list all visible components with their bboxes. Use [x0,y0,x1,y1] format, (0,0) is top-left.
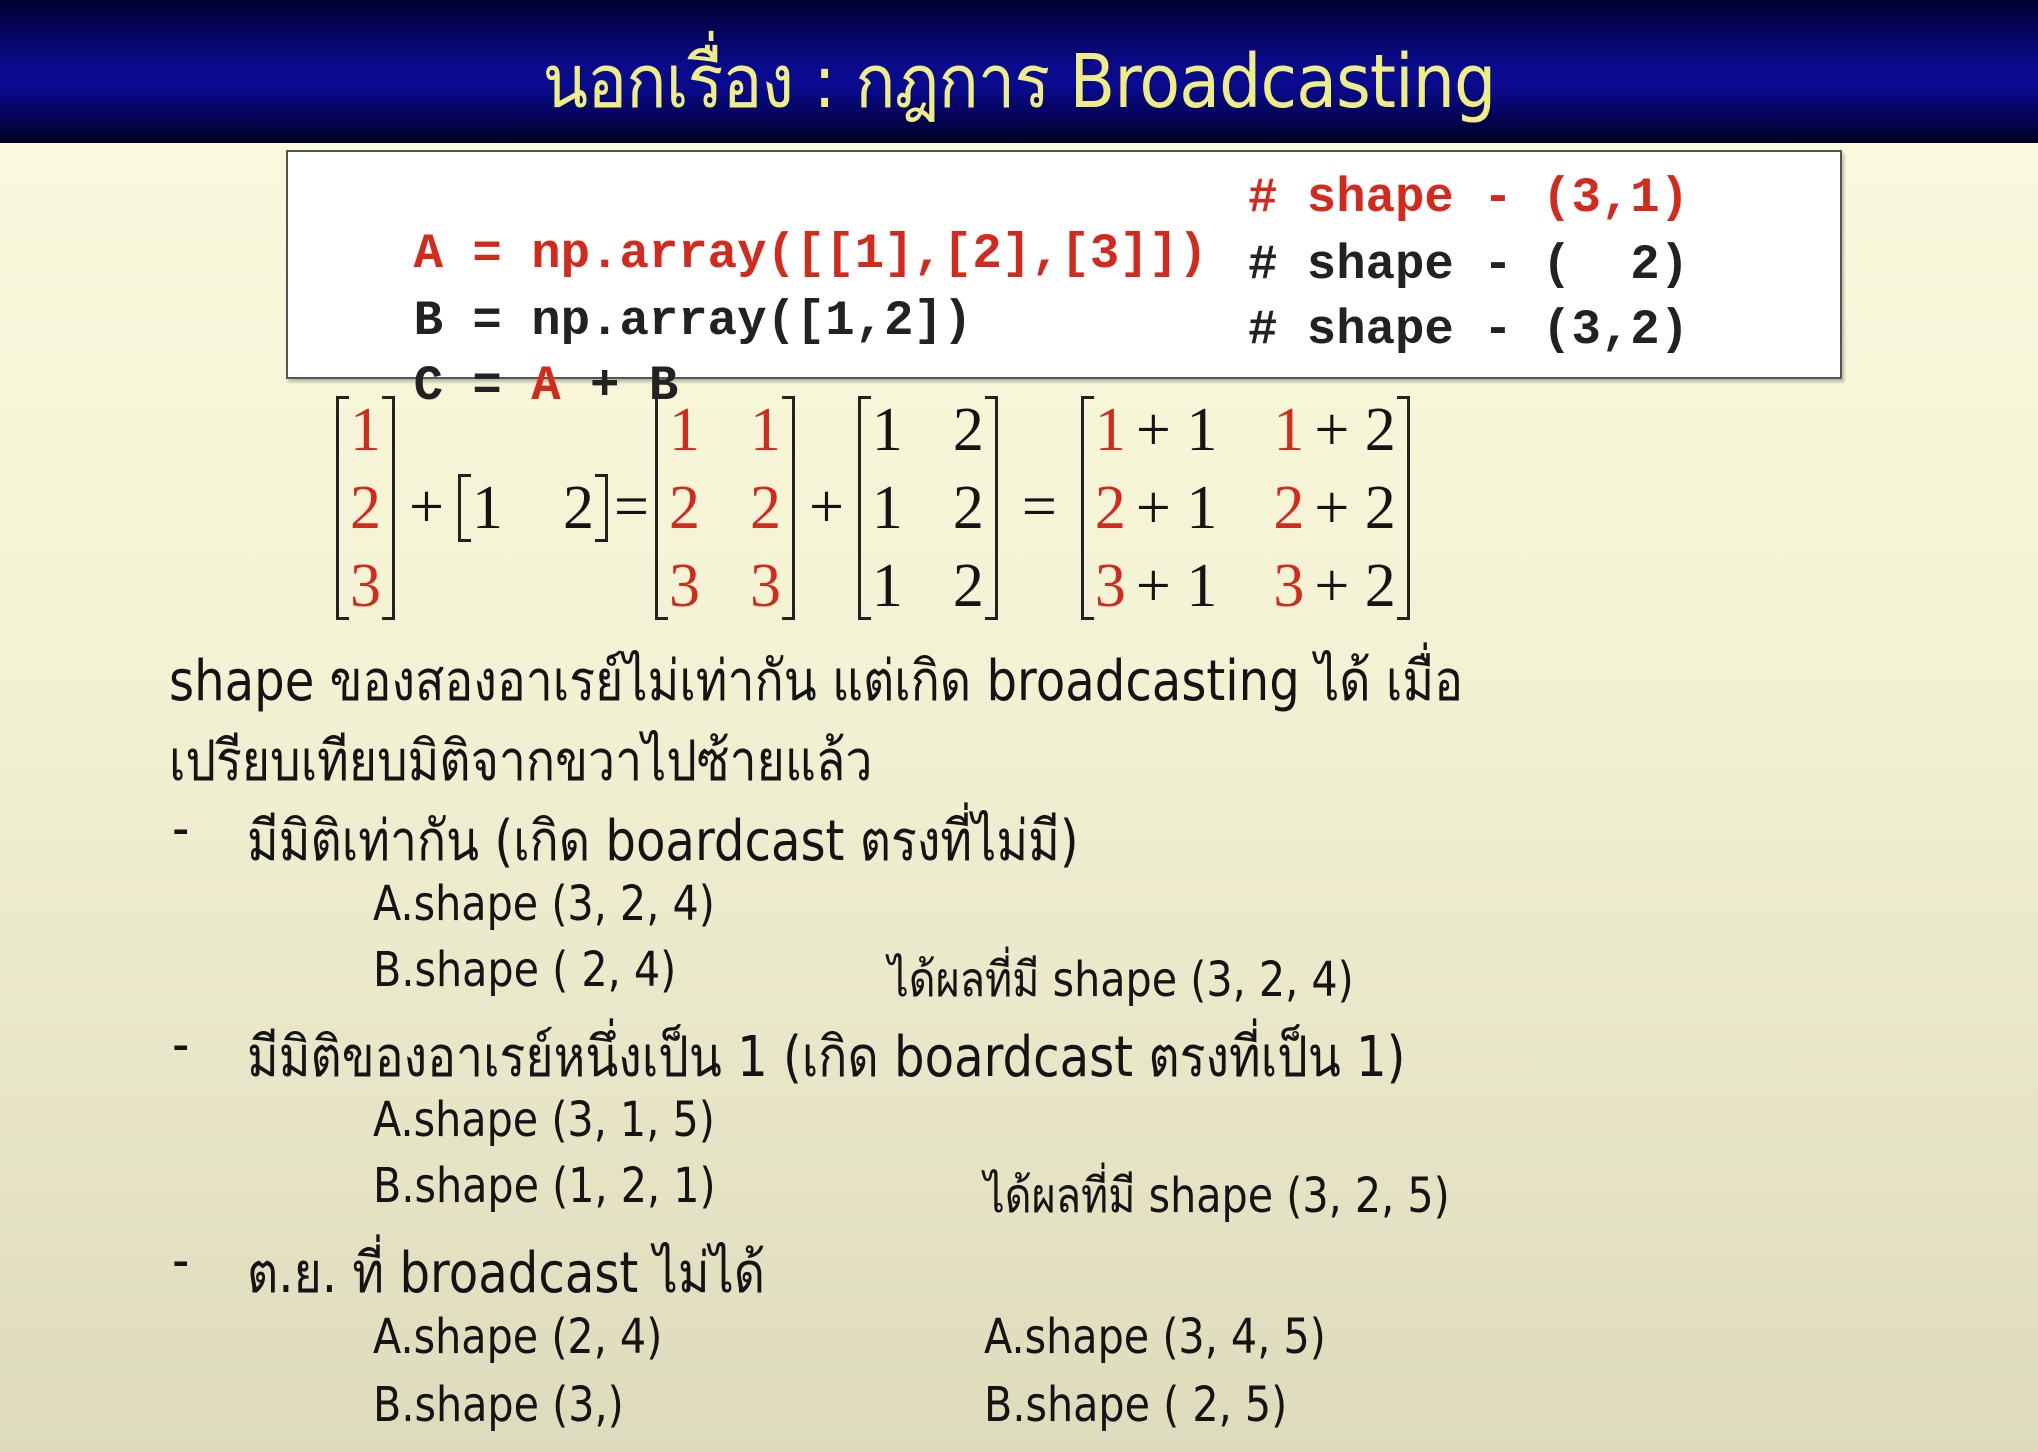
matrix-cell: + 1 [1135,395,1218,464]
matrix-cell: 2 [952,395,984,464]
bullet-3-text: ต.ย. ที่ broadcast ไม่ได้ [247,1241,766,1306]
matrix-cell: 1 [1273,395,1305,464]
bullet-1-text: มีมิติเท่ากัน (เกิด boardcast ตรงที่ไม่ม… [247,809,1079,874]
matrix-cell: 2 [562,473,594,542]
plus-sign: + [808,473,844,541]
matrix-cell: 3 [1273,551,1305,620]
bullet-1-a-shape: A.shape (3, 2, 4) [373,876,715,932]
matrix-cell: 2 [749,473,781,542]
intro-line-1: shape ของสองอาเรย์ไม่เท่ากัน แต่เกิด bro… [169,649,1464,714]
matrix-cell: 3 [1094,551,1126,620]
matrix-cell: 1 [1094,395,1126,464]
bullet-1-b-shape: B.shape ( 2, 4) [373,942,677,998]
row-vector-b: 12 [457,472,608,544]
matrix-b-broadcast: 121212 [857,394,998,622]
equals-sign: = [613,473,649,541]
matrix-cell: 2 [1273,473,1305,542]
matrix-cell: + 1 [1135,551,1218,620]
matrix-cell: 2 [952,551,984,620]
bullet-dash: - [172,1228,190,1293]
code-comment: # shape - (3,1) [1248,170,1690,226]
matrix-a: 1 2 3 [336,394,395,622]
slide-title: นอกเรื่อง : กฎการ Broadcasting [542,39,1497,125]
matrix-cell: 2 [952,473,984,542]
bullet-3-a-shape: A.shape (2, 4) [373,1309,663,1365]
bullet-3-b-shape: B.shape (3,) [373,1377,624,1433]
matrix-cell: 1 [871,395,903,464]
matrix-cell: + 2 [1314,551,1396,620]
bullet-dash: - [172,1012,190,1077]
matrix-cell: 2 [1094,473,1126,542]
matrix-cell: 2 [350,473,381,542]
intro-line-2: เปรียบเทียบมิติจากขวาไปซ้ายแล้ว [169,729,873,794]
broadcast-equation: 123 + 12 = 112233 + 121212 = 1 + 1 1 + 2 2 + … [330,395,1416,620]
matrix-cell: 1 [871,473,903,542]
plus-sign: + [409,473,444,541]
bullet-3-a2-shape: A.shape (3, 4, 5) [984,1309,1326,1365]
matrix-cell: 1 [471,473,503,542]
bullet-2-b-shape: B.shape (1, 2, 1) [373,1158,716,1214]
matrix-cell: 3 [749,551,781,620]
bullet-1-result: ได้ผลที่มี shape (3, 2, 4) [888,952,1354,1008]
matrix-cell: 3 [668,551,700,620]
matrix-cell: 3 [350,551,381,620]
code-comment: # shape - (3,2) [1248,302,1690,358]
matrix-cell: 1 [749,395,781,464]
matrix-cell: + 2 [1314,473,1396,542]
matrix-a-broadcast: 112233 [654,394,795,622]
bullet-3-b2-shape: B.shape ( 2, 5) [984,1377,1288,1433]
matrix-cell: + 2 [1314,395,1396,464]
title-bar: นอกเรื่อง : กฎการ Broadcasting [0,0,2038,143]
matrix-cell: 1 [871,551,903,620]
bullet-2-text: มีมิติของอาเรย์หนึ่งเป็น 1 (เกิด boardca… [247,1025,1406,1090]
bullet-2-a-shape: A.shape (3, 1, 5) [373,1092,715,1148]
matrix-cell: 2 [668,473,700,542]
equals-sign: = [1021,473,1057,541]
matrix-cell: + 1 [1135,473,1218,542]
bullet-dash: - [172,796,190,861]
code-comment: # shape - ( 2) [1248,237,1690,293]
code-box: A = np.array([[1],[2],[3]]) # shape - (3… [286,150,1842,414]
matrix-sum: 1 + 1 1 + 2 2 + 1 2 + 2 3 + 1 3 + 2 [1080,394,1410,622]
matrix-cell: 1 [350,395,381,464]
matrix-cell: 1 [668,395,700,464]
bullet-2-result: ได้ผลที่มี shape (3, 2, 5) [984,1168,1450,1224]
